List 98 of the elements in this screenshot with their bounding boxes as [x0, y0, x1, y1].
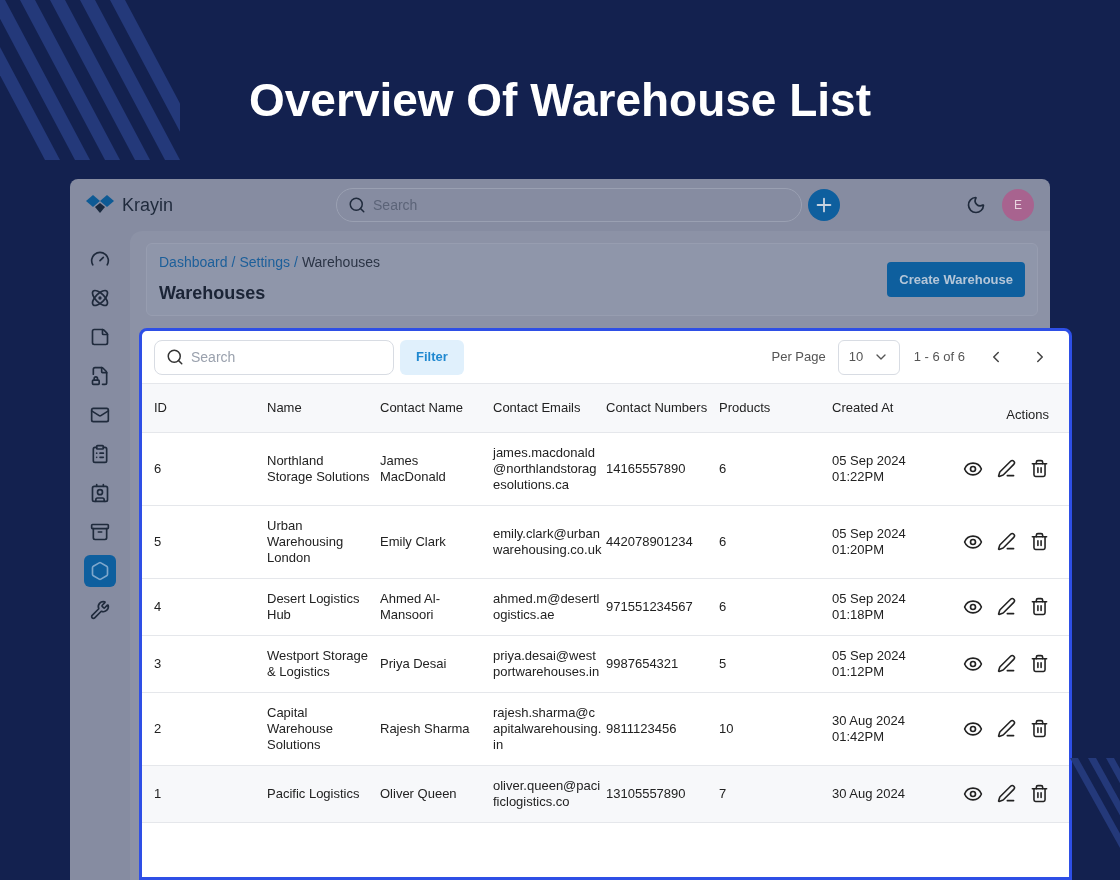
table-cell-text: 05 Sep 2024 01:12PM	[832, 648, 907, 680]
filter-button[interactable]: Filter	[400, 339, 464, 375]
pencil-icon[interactable]	[997, 532, 1016, 551]
table-cell-text: Rajesh Sharma	[380, 721, 471, 737]
view-icon[interactable]	[963, 459, 983, 479]
table-cell-text: Pacific Logistics	[267, 786, 361, 802]
table-cell-text: 3	[154, 656, 163, 672]
column-header: Name	[267, 400, 303, 416]
gauge-icon	[90, 249, 110, 269]
table-cell-text: 30 Aug 2024	[832, 786, 907, 802]
trash-icon[interactable]	[1030, 459, 1049, 478]
per-page-select[interactable]: 10	[837, 339, 900, 375]
per-page-label: Per Page	[771, 348, 826, 367]
pencil-icon[interactable]	[997, 597, 1016, 616]
page-title: Warehouses	[159, 282, 267, 305]
logo-icon	[86, 195, 116, 215]
table-cell-text: 7	[719, 786, 728, 802]
view-icon[interactable]	[963, 532, 983, 552]
pencil-icon[interactable]	[997, 784, 1016, 803]
atom-icon	[90, 288, 110, 308]
column-header: Actions	[1006, 405, 1050, 424]
trash-icon[interactable]	[1030, 784, 1049, 803]
breadcrumb-separator: /	[294, 253, 298, 272]
column-header: Contact Numbers	[606, 400, 709, 416]
note-icon	[90, 327, 110, 347]
file-lock-icon	[90, 366, 110, 386]
table-cell-text: Northland Storage Solutions	[267, 453, 371, 485]
breadcrumb-link[interactable]: Settings	[239, 252, 290, 272]
table-cell-text: rajesh.sharma@capitalwarehousing.in	[493, 705, 603, 753]
table-cell-text: 5	[719, 656, 728, 672]
trash-icon[interactable]	[1030, 597, 1049, 616]
wrench-icon	[90, 600, 110, 620]
moon-icon[interactable]	[966, 195, 986, 215]
page-heading: Overview Of Warehouse List	[248, 73, 871, 128]
table-cell-text: emily.clark@urbanwarehousing.co.uk	[493, 526, 603, 558]
column-header: ID	[154, 400, 168, 416]
table-cell-text: 6	[154, 461, 163, 477]
contact-book-icon	[90, 483, 110, 503]
table-cell-text: oliver.queen@pacificlogistics.co	[493, 778, 602, 810]
hexagon-icon	[90, 561, 110, 581]
breadcrumb-separator: /	[231, 253, 236, 272]
table-cell-text: 05 Sep 2024 01:22PM	[832, 453, 907, 485]
sidebar-item[interactable]	[84, 555, 116, 587]
table-cell-text: 10	[719, 721, 735, 737]
search-icon	[166, 347, 184, 366]
table-cell-text: 971551234567	[606, 599, 694, 615]
breadcrumb-current: Warehouses	[301, 253, 380, 272]
table-cell-text: 4	[154, 599, 163, 615]
column-header: Created At	[832, 400, 895, 416]
table-cell-text: 442078901234	[606, 534, 694, 550]
table-cell-text: 14165557890	[606, 461, 687, 477]
table-cell-text: 13105557890	[606, 786, 687, 802]
table-cell-text: 30 Aug 2024 01:42PM	[832, 713, 907, 745]
view-icon[interactable]	[963, 597, 983, 617]
table-cell-text: James MacDonald	[380, 453, 447, 485]
trash-icon[interactable]	[1030, 532, 1049, 551]
table-cell-text: Ahmed Al-Mansoori	[380, 591, 441, 623]
table-cell-text: Capital Warehouse Solutions	[267, 705, 334, 753]
page-range: 1 - 6 of 6	[913, 348, 965, 367]
logo-text: Krayin	[122, 193, 174, 217]
archive-icon	[90, 522, 110, 542]
mail-icon	[90, 405, 110, 425]
search-icon	[348, 196, 367, 214]
column-header: Products	[719, 400, 772, 416]
clipboard-icon	[90, 444, 110, 464]
table-cell-text: Oliver Queen	[380, 786, 458, 802]
table-cell-text: 1	[154, 786, 163, 802]
table-cell-text: Emily Clark	[380, 534, 447, 550]
table-cell-text: 9987654321	[606, 656, 680, 672]
create-warehouse-button[interactable]: Create Warehouse	[887, 261, 1025, 298]
table-cell-text: 5	[154, 534, 163, 550]
trash-icon[interactable]	[1030, 654, 1049, 673]
table-cell-text: 6	[719, 599, 728, 615]
view-icon[interactable]	[963, 784, 983, 804]
table-cell-text: 2	[154, 721, 163, 737]
table-cell-text: james.macdonald@northlandstoragesolutions.ca	[493, 445, 598, 493]
table-cell-text: 6	[719, 534, 728, 550]
table-cell-text: Westport Storage & Logistics	[267, 648, 369, 680]
breadcrumb-link[interactable]: Dashboard	[159, 252, 228, 272]
table-cell-text: ahmed.m@desertlogistics.ae	[493, 591, 601, 623]
avatar[interactable]: E	[1002, 189, 1034, 221]
table-cell-text: Desert Logistics Hub	[267, 591, 361, 623]
column-header: Contact Name	[380, 400, 465, 416]
pencil-icon[interactable]	[997, 459, 1016, 478]
add-button[interactable]	[808, 189, 841, 221]
trash-icon[interactable]	[1030, 719, 1049, 738]
pencil-icon[interactable]	[997, 719, 1016, 738]
column-header: Contact Emails	[493, 400, 582, 416]
pencil-icon[interactable]	[997, 654, 1016, 673]
table-cell-text: 05 Sep 2024 01:18PM	[832, 591, 907, 623]
view-icon[interactable]	[963, 654, 983, 674]
table-cell-text: Priya Desai	[380, 656, 448, 672]
table-cell-text: 05 Sep 2024 01:20PM	[832, 526, 907, 558]
table-cell-text: Urban Warehousing London	[267, 518, 345, 566]
table-cell-text: 6	[719, 461, 728, 477]
table-cell-text: 9811123456	[606, 721, 678, 737]
table-cell-text: priya.desai@westportwarehouses.in	[493, 648, 601, 680]
view-icon[interactable]	[963, 719, 983, 739]
